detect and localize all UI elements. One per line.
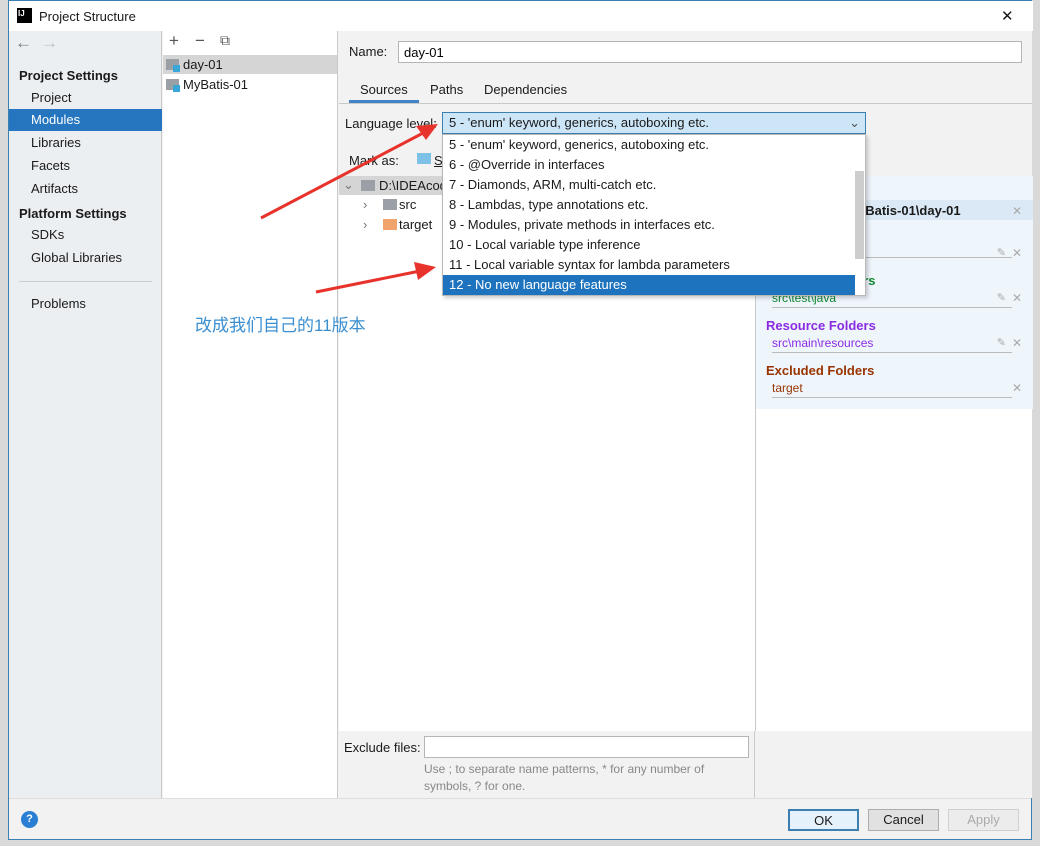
annotation-arrows <box>260 124 438 294</box>
arrow-to-option-11 <box>315 262 436 294</box>
arrow-to-language-level <box>260 124 438 220</box>
annotation-text: 改成我们自己的11版本 <box>195 316 366 335</box>
